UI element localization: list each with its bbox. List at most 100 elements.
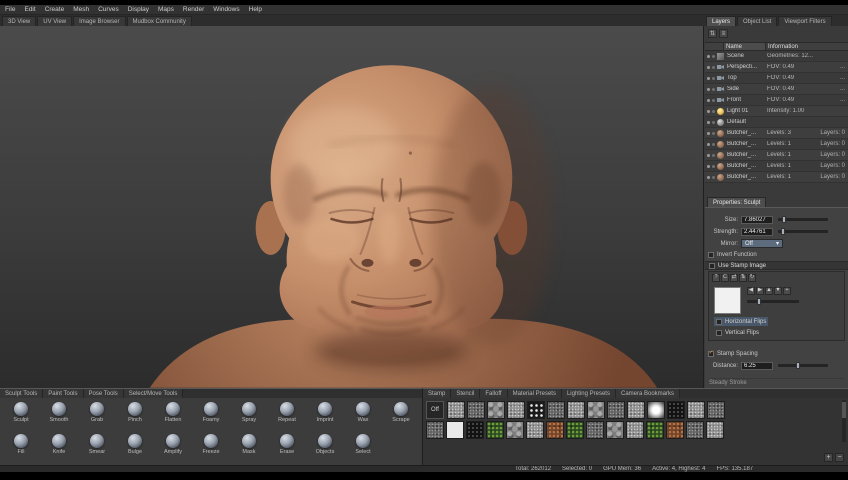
stamp-thumbnail[interactable] [486,421,504,439]
panel-tab[interactable]: Viewport Filters [778,16,832,26]
lock-dot-icon[interactable] [712,76,715,80]
tool-button[interactable]: Flatten [154,400,192,429]
object-list-row[interactable]: Default [705,117,848,128]
stamp-thumbnail[interactable] [466,421,484,439]
lock-dot-icon[interactable] [712,65,715,69]
object-list-row[interactable]: Butcher_... Levels: 1 Layers: 0 [705,161,848,172]
stamp-thumbnail[interactable] [687,401,705,419]
visibility-dot-icon[interactable] [707,153,710,157]
tool-tray-tab[interactable]: Sculpt Tools [0,389,44,398]
stamp-tray-tab[interactable]: Stamp [423,389,452,398]
stamp-spacing-checkbox[interactable]: ✓ [708,350,714,357]
tool-button[interactable]: Select [344,432,382,461]
invert-function-checkbox[interactable] [708,251,714,258]
toolbar-icon[interactable]: ≡ [719,29,728,38]
stamp-thumbnail[interactable] [707,401,725,419]
visibility-dot-icon[interactable] [707,98,710,102]
tool-button[interactable]: Spray [230,400,268,429]
visibility-dot-icon[interactable] [707,142,710,146]
tool-button[interactable]: Amplify [154,432,192,461]
menu-item[interactable]: Create [45,5,65,15]
information-column-header[interactable]: Information [766,42,848,51]
stamp-off-button[interactable]: Off [426,401,444,419]
visibility-dot-icon[interactable] [707,164,710,168]
view-tab[interactable]: 3D View [2,16,37,26]
stamp-thumbnail[interactable] [566,421,584,439]
zoom-in-button[interactable]: + [824,453,833,462]
menu-item[interactable]: Display [128,5,149,15]
visibility-dot-icon[interactable] [707,87,710,91]
menu-item[interactable]: Edit [24,5,35,15]
object-list-row[interactable]: Perspecti... FOV: 0.49 ... [705,62,848,73]
visibility-dot-icon[interactable] [707,109,710,113]
distance-slider[interactable] [778,362,828,369]
lock-dot-icon[interactable] [712,98,715,102]
mirror-dropdown[interactable]: Off ▾ [741,239,783,248]
stamp-tray-tab[interactable]: Lighting Presets [561,389,616,398]
stamp-nav-icon[interactable]: ▲ [765,287,773,295]
object-list-row[interactable]: Scene Geometries: 12... [705,51,848,62]
panel-tab[interactable]: Object List [737,16,778,26]
stamp-thumbnail[interactable] [686,421,704,439]
view-tab[interactable]: UV View [37,16,73,26]
lock-dot-icon[interactable] [712,109,715,113]
stamp-thumbnail[interactable] [507,401,525,419]
stamp-nav-icon[interactable]: ▶ [756,287,764,295]
menu-item[interactable]: Maps [158,5,174,15]
stamp-thumbnail[interactable] [526,421,544,439]
tool-tray-tab[interactable]: Paint Tools [43,389,84,398]
stamp-thumbnail[interactable] [546,421,564,439]
visibility-dot-icon[interactable] [707,131,710,135]
stamp-thumbnail[interactable] [587,401,605,419]
tool-button[interactable]: Bulge [116,432,154,461]
menu-item[interactable]: Render [183,5,204,15]
stamp-tray-tab[interactable]: Stencil [451,389,481,398]
stamp-toolbar-icon[interactable]: ↻ [748,274,756,282]
stamp-thumbnail[interactable] [627,401,645,419]
stamp-thumbnail[interactable] [567,401,585,419]
stamp-thumbnail[interactable] [667,401,685,419]
stamp-thumbnail[interactable] [547,401,565,419]
stamp-thumbnail[interactable] [467,401,485,419]
object-list-row[interactable]: Butcher_... Levels: 3 Layers: 0 [705,128,848,139]
stamp-toolbar-icon[interactable]: ⇅ [739,274,747,282]
lock-dot-icon[interactable] [712,120,715,124]
stamp-tray-tab[interactable]: Material Presets [507,389,562,398]
menu-item[interactable]: Mesh [73,5,89,15]
menu-item[interactable]: Help [249,5,262,15]
lock-dot-icon[interactable] [712,142,715,146]
object-list-row[interactable]: Butcher_... Levels: 1 Layers: 0 [705,150,848,161]
panel-tab[interactable]: Layers [706,16,737,26]
stamp-tray-tab[interactable]: Camera Bookmarks [615,389,680,398]
vertical-flips-checkbox[interactable] [716,329,722,336]
visibility-dot-icon[interactable] [707,120,710,124]
lock-dot-icon[interactable] [712,54,715,58]
tool-button[interactable]: Sculpt [2,400,40,429]
stamp-thumbnail[interactable] [607,401,625,419]
object-list-row[interactable]: Butcher_... Levels: 1 Layers: 0 [705,172,848,183]
strength-slider[interactable] [778,228,828,235]
object-list-row[interactable]: Side FOV: 0.49 ... [705,84,848,95]
stamp-nav-icon[interactable]: ▼ [774,287,782,295]
stamp-thumbnail[interactable] [586,421,604,439]
stamp-thumbnail[interactable] [506,421,524,439]
stamp-nav-icon[interactable]: ◀ [747,287,755,295]
tool-button[interactable]: Knife [40,432,78,461]
size-slider[interactable] [778,216,828,223]
stamp-thumbnail[interactable] [446,421,464,439]
tool-button[interactable]: Foamy [192,400,230,429]
stamp-mini-slider[interactable] [747,298,799,305]
object-list-row[interactable]: Butcher_... Levels: 1 Layers: 0 [705,139,848,150]
object-list-row[interactable]: Light 01 Intensity: 1.00 [705,106,848,117]
stamp-thumbnail[interactable] [447,401,465,419]
tool-button[interactable]: Smooth [40,400,78,429]
name-column-header[interactable]: Name [724,42,766,51]
view-tab[interactable]: Image Browser [73,16,126,26]
tool-button[interactable]: Freeze [192,432,230,461]
viewport-3d[interactable] [0,26,704,388]
tool-button[interactable]: Mask [230,432,268,461]
tool-button[interactable]: Objects [306,432,344,461]
tool-button[interactable]: Pinch [116,400,154,429]
tool-tray-tab[interactable]: Select/Move Tools [123,389,184,398]
lock-dot-icon[interactable] [712,175,715,179]
